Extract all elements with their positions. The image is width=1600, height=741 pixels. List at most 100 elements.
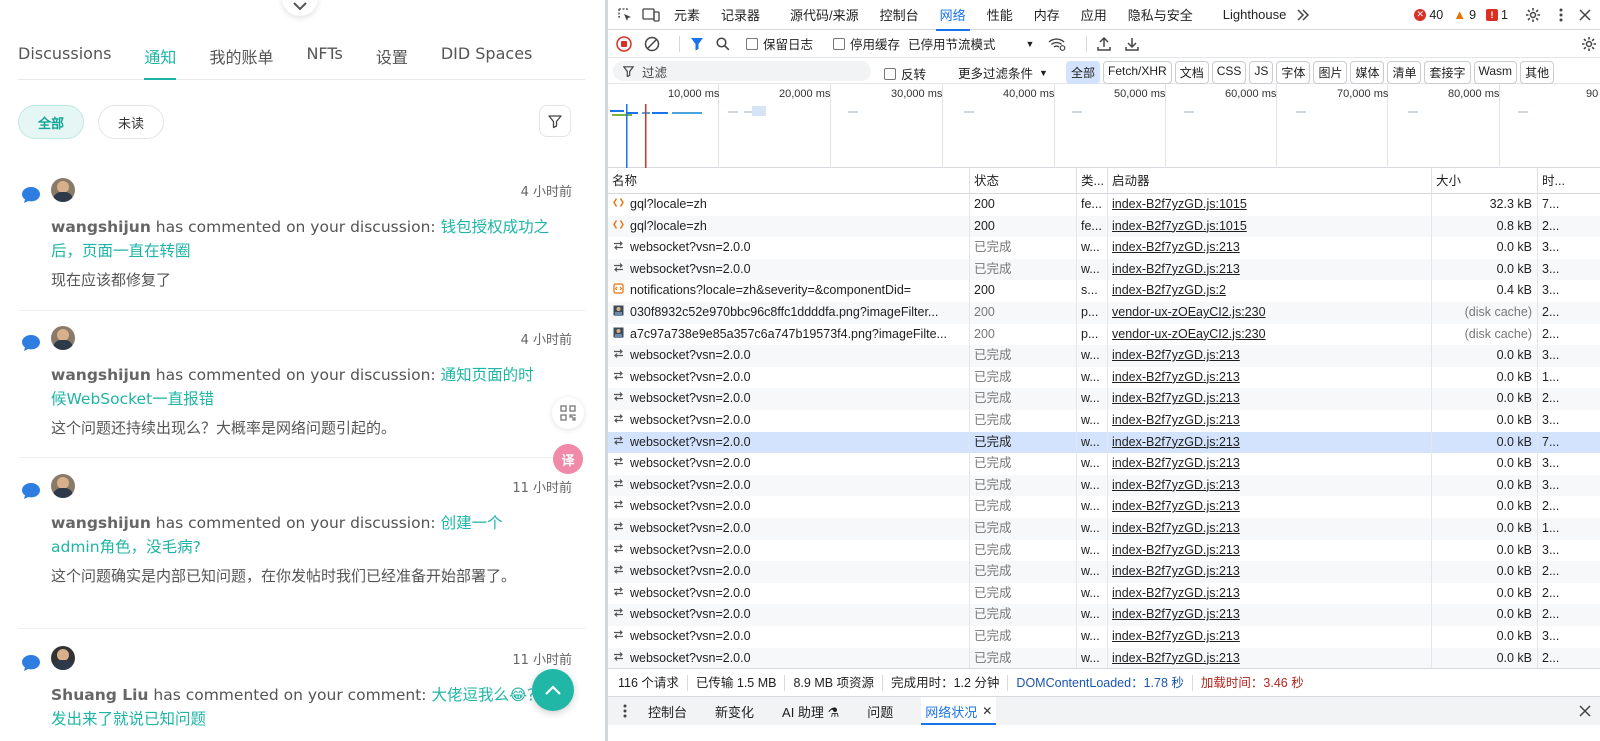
network-conditions-icon[interactable] xyxy=(1048,35,1066,53)
tab-recorder[interactable]: 记录器 xyxy=(721,0,760,30)
network-request-row[interactable]: websocket?vsn=2.0.0 已完成 w... index-B2f7yzGD… xyxy=(608,345,1600,367)
column-initiator[interactable]: 启动器 xyxy=(1108,168,1432,194)
settings-gear-icon[interactable] xyxy=(1524,6,1542,24)
request-initiator-cell[interactable]: index-B2f7yzGD.js:213 xyxy=(1108,431,1432,454)
request-initiator-cell[interactable]: index-B2f7yzGD.js:213 xyxy=(1108,604,1432,626)
filter-type-fetch-xhr[interactable]: Fetch/XHR xyxy=(1103,61,1172,84)
avatar[interactable] xyxy=(51,646,75,670)
network-request-row[interactable]: websocket?vsn=2.0.0 已完成 w... index-B2f7yzGD… xyxy=(608,626,1600,648)
notification-user[interactable]: wangshijun xyxy=(51,366,151,384)
column-size[interactable]: 大小 xyxy=(1432,168,1538,194)
tab-nfts[interactable]: NFTs xyxy=(306,34,342,79)
network-request-row[interactable]: websocket?vsn=2.0.0 已完成 w... index-B2f7yzGD… xyxy=(608,604,1600,626)
qr-code-button[interactable] xyxy=(552,397,584,429)
request-initiator-cell[interactable]: index-B2f7yzGD.js:213 xyxy=(1108,647,1432,668)
request-initiator-cell[interactable]: index-B2f7yzGD.js:213 xyxy=(1108,237,1432,259)
network-request-row[interactable]: websocket?vsn=2.0.0 已完成 w... index-B2f7yzGD… xyxy=(608,582,1600,605)
clear-log-icon[interactable] xyxy=(643,35,661,53)
column-name[interactable]: 名称 xyxy=(608,168,970,194)
network-request-row[interactable]: notifications?locale=zh&severity=&compon… xyxy=(608,280,1600,302)
filter-type-media[interactable]: 媒体 xyxy=(1350,61,1385,84)
warning-count-badge[interactable]: ▲ 9 xyxy=(1453,7,1476,22)
request-initiator-cell[interactable]: index-B2f7yzGD.js:213 xyxy=(1108,561,1432,583)
tab-console[interactable]: 控制台 xyxy=(880,0,919,30)
filter-type-doc[interactable]: 文档 xyxy=(1174,61,1209,84)
filter-all-button[interactable]: 全部 xyxy=(18,105,84,139)
network-settings-gear-icon[interactable] xyxy=(1580,35,1598,53)
invert-checkbox[interactable]: 反转 xyxy=(884,64,926,83)
request-initiator-cell[interactable]: index-B2f7yzGD.js:1015 xyxy=(1108,194,1432,216)
notification-item[interactable]: 4 小时前 wangshijun has commented on your d… xyxy=(18,326,585,458)
network-request-row[interactable]: websocket?vsn=2.0.0 已完成 w... index-B2f7yzGD… xyxy=(608,410,1600,432)
drawer-tab-whats-new[interactable]: 新变化 xyxy=(715,697,754,725)
disable-cache-checkbox[interactable]: 停用缓存 xyxy=(833,34,900,53)
issues-count-badge[interactable]: ! 1 xyxy=(1486,8,1508,22)
filter-input[interactable]: 过滤 xyxy=(613,61,871,81)
request-initiator-cell[interactable]: index-B2f7yzGD.js:213 xyxy=(1108,474,1432,497)
request-initiator-cell[interactable]: vendor-ux-zOEayCI2.js:230 xyxy=(1108,323,1432,346)
network-request-row[interactable]: websocket?vsn=2.0.0 已完成 w... index-B2f7yzGD… xyxy=(608,366,1600,389)
network-request-row[interactable]: websocket?vsn=2.0.0 已完成 w... index-B2f7yzGD… xyxy=(608,539,1600,562)
tab-network[interactable]: 网络 xyxy=(935,0,970,31)
inspect-element-icon[interactable] xyxy=(616,6,634,24)
filter-type-socket[interactable]: 套接字 xyxy=(1424,61,1471,84)
tab-did-spaces[interactable]: DID Spaces xyxy=(441,34,533,79)
request-initiator-cell[interactable]: index-B2f7yzGD.js:213 xyxy=(1108,496,1432,518)
request-initiator-cell[interactable]: index-B2f7yzGD.js:213 xyxy=(1108,518,1432,540)
error-count-badge[interactable]: ✕ 40 xyxy=(1414,8,1443,22)
more-filters-dropdown[interactable]: 更多过滤条件 ▼ xyxy=(958,63,1048,82)
tab-application[interactable]: 应用 xyxy=(1081,0,1107,30)
notification-item[interactable]: 11 小时前 Shuang Liu has commented on your … xyxy=(18,646,585,741)
tab-memory[interactable]: 内存 xyxy=(1034,0,1060,30)
network-request-row[interactable]: websocket?vsn=2.0.0 已完成 w... index-B2f7yzGD… xyxy=(608,258,1600,281)
filter-button[interactable] xyxy=(539,105,571,137)
notification-user[interactable]: wangshijun xyxy=(51,218,151,236)
filter-type-js[interactable]: JS xyxy=(1249,61,1274,84)
network-request-row[interactable]: gql?locale=zh 200 fe... index-B2f7yzGD.js:1… xyxy=(608,215,1600,238)
tab-settings[interactable]: 设置 xyxy=(376,34,408,79)
request-initiator-cell[interactable]: index-B2f7yzGD.js:2 xyxy=(1108,280,1432,302)
filter-type-manifest[interactable]: 清单 xyxy=(1387,61,1422,84)
translate-button[interactable]: 译 xyxy=(553,444,583,474)
tab-notifications[interactable]: 通知 xyxy=(144,34,177,80)
network-request-row[interactable]: gql?locale=zh 200 fe... index-B2f7yzGD.js:1… xyxy=(608,194,1600,216)
more-tabs-icon[interactable] xyxy=(1294,6,1312,24)
network-request-row[interactable]: websocket?vsn=2.0.0 已完成 w... index-B2f7yzGD… xyxy=(608,453,1600,475)
network-request-row[interactable]: websocket?vsn=2.0.0 已完成 w... index-B2f7yzGD… xyxy=(608,388,1600,410)
preserve-log-checkbox[interactable]: 保留日志 xyxy=(746,34,813,53)
network-overview-timeline[interactable]: 10,000 ms 20,000 ms 30,000 ms 40,000 ms … xyxy=(608,84,1600,168)
network-request-row[interactable]: websocket?vsn=2.0.0 已完成 w... index-B2f7yzGD… xyxy=(608,431,1600,454)
drawer-tab-ai-assistant[interactable]: AI 助理 ⚗ xyxy=(782,697,839,725)
filter-type-other[interactable]: 其他 xyxy=(1520,61,1555,84)
tab-sources[interactable]: 源代码/来源 xyxy=(790,0,859,30)
filter-type-css[interactable]: CSS xyxy=(1211,61,1247,84)
column-time[interactable]: 时... xyxy=(1538,168,1600,194)
network-request-row[interactable]: websocket?vsn=2.0.0 已完成 w... index-B2f7yzGD… xyxy=(608,518,1600,540)
network-request-row[interactable]: websocket?vsn=2.0.0 已完成 w... index-B2f7yzGD… xyxy=(608,647,1600,668)
tab-my-bills[interactable]: 我的账单 xyxy=(209,34,273,79)
notification-item[interactable]: 11 小时前 wangshijun has commented on your … xyxy=(18,474,585,629)
request-initiator-cell[interactable]: index-B2f7yzGD.js:213 xyxy=(1108,366,1432,389)
network-request-row[interactable]: websocket?vsn=2.0.0 已完成 w... index-B2f7yzGD… xyxy=(608,496,1600,518)
request-initiator-cell[interactable]: index-B2f7yzGD.js:213 xyxy=(1108,388,1432,410)
close-drawer-icon[interactable] xyxy=(1576,702,1594,720)
request-initiator-cell[interactable]: index-B2f7yzGD.js:213 xyxy=(1108,582,1432,605)
notification-item[interactable]: 4 小时前 wangshijun has commented on your d… xyxy=(18,178,585,311)
network-request-row[interactable]: a7c97a738e9e85a357c6a747b19573f4.png?ima… xyxy=(608,323,1600,346)
throttling-select[interactable]: 已停用节流模式 ▼ xyxy=(908,34,1034,53)
close-devtools-icon[interactable] xyxy=(1576,6,1594,24)
filter-funnel-icon[interactable] xyxy=(688,35,706,53)
request-initiator-cell[interactable]: index-B2f7yzGD.js:213 xyxy=(1108,539,1432,562)
avatar[interactable] xyxy=(51,474,75,498)
filter-type-font[interactable]: 字体 xyxy=(1276,61,1311,84)
tab-privacy-security[interactable]: 隐私与安全 xyxy=(1128,0,1193,30)
search-icon[interactable] xyxy=(714,35,732,53)
drawer-tab-network-conditions[interactable]: 网络状况 ✕ xyxy=(921,697,997,725)
request-initiator-cell[interactable]: index-B2f7yzGD.js:213 xyxy=(1108,345,1432,367)
tab-discussions[interactable]: Discussions xyxy=(18,34,111,79)
request-initiator-cell[interactable]: index-B2f7yzGD.js:1015 xyxy=(1108,215,1432,238)
network-request-row[interactable]: websocket?vsn=2.0.0 已完成 w... index-B2f7yzGD… xyxy=(608,237,1600,259)
request-initiator-cell[interactable]: vendor-ux-zOEayCI2.js:230 xyxy=(1108,302,1432,324)
drawer-tab-console[interactable]: 控制台 xyxy=(648,697,687,725)
export-har-icon[interactable] xyxy=(1123,35,1141,53)
